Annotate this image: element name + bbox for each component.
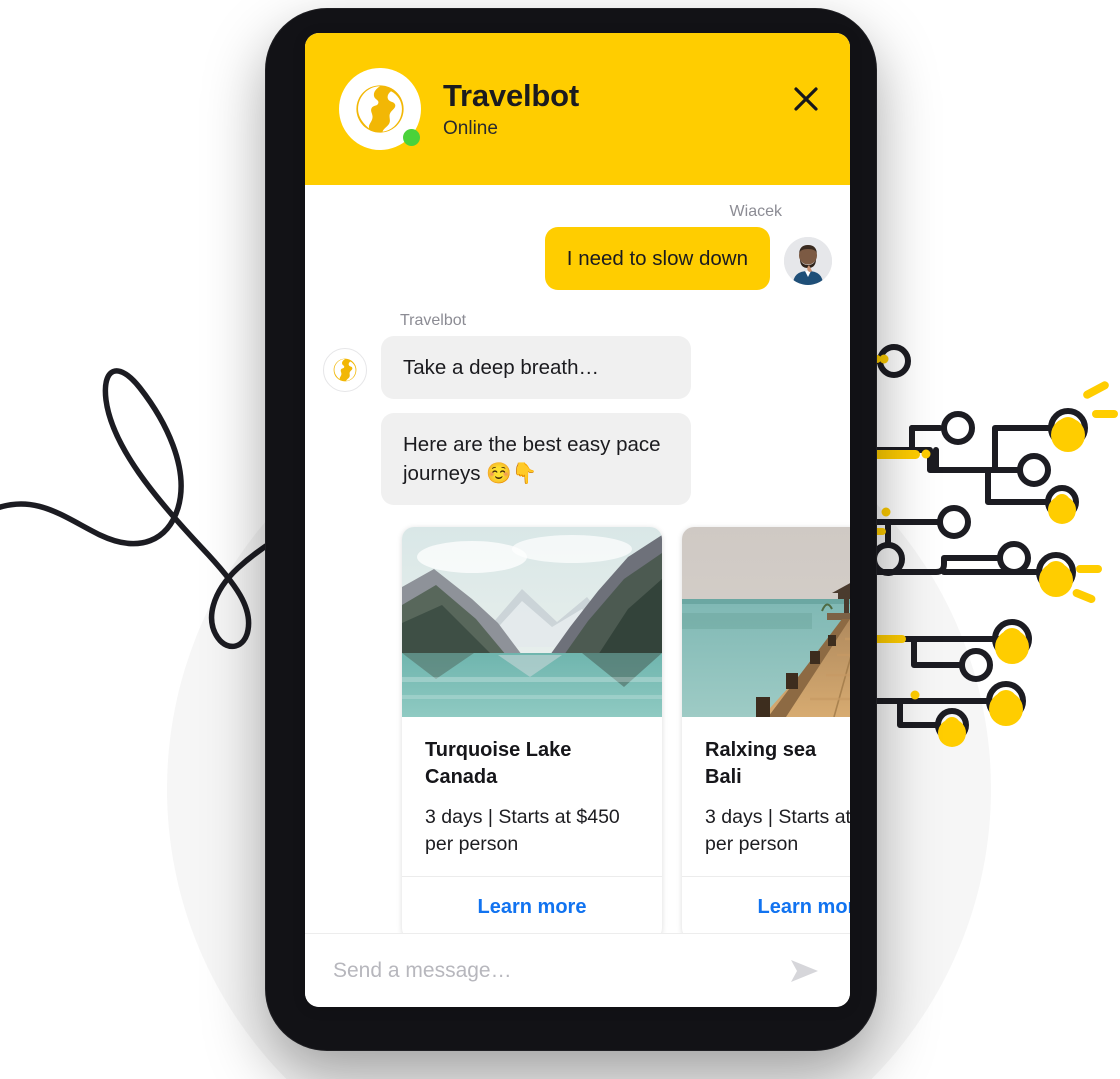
travel-card-body: Turquoise Lake Canada 3 days | Starts at… xyxy=(402,717,662,876)
send-icon xyxy=(791,959,818,982)
chat-widget: Travelbot Online Wiacek I need to slow d… xyxy=(305,33,850,1007)
chat-message-list[interactable]: Wiacek I need to slow down Travelbot Tak… xyxy=(305,185,850,933)
turquoise-lake-photo xyxy=(402,527,662,718)
incoming-bubble-group: Take a deep breath… Here are the best ea… xyxy=(381,336,691,506)
message-composer xyxy=(305,933,850,1007)
close-icon xyxy=(794,87,818,111)
travel-card-carousel[interactable]: Turquoise Lake Canada 3 days | Starts at… xyxy=(305,527,850,933)
send-button[interactable] xyxy=(786,954,824,988)
globe-icon xyxy=(333,358,357,382)
message-bubble-incoming: Here are the best easy pace journeys ☺️👇 xyxy=(381,413,691,506)
learn-more-link[interactable]: Learn more xyxy=(682,876,850,933)
sender-label-user: Wiacek xyxy=(729,203,782,220)
travel-card-body: Ralxing sea Bali 3 days | Starts at $375… xyxy=(682,717,850,876)
learn-more-link[interactable]: Learn more xyxy=(402,876,662,933)
header-text-group: Travelbot Online xyxy=(443,78,579,141)
bot-name: Travelbot xyxy=(443,77,580,113)
message-input[interactable] xyxy=(333,958,786,983)
close-button[interactable] xyxy=(784,77,828,121)
bot-status: Online xyxy=(443,118,498,140)
travel-card[interactable]: Turquoise Lake Canada 3 days | Starts at… xyxy=(402,527,662,933)
bot-mini-avatar xyxy=(323,348,367,393)
travel-card-meta: 3 days | Starts at $375 per person xyxy=(705,806,850,856)
chat-header: Travelbot Online xyxy=(305,33,850,185)
travel-card-title: Ralxing sea Bali xyxy=(705,739,817,788)
travel-card[interactable]: Ralxing sea Bali 3 days | Starts at $375… xyxy=(682,527,850,933)
message-bubble-incoming: Take a deep breath… xyxy=(381,336,691,400)
sender-label-bot: Travelbot xyxy=(400,312,467,330)
online-status-indicator xyxy=(403,129,420,146)
travel-card-title: Turquoise Lake Canada xyxy=(425,739,572,788)
avatar xyxy=(784,237,832,285)
circuit-decoration xyxy=(840,344,1118,747)
travel-card-meta: 3 days | Starts at $450 per person xyxy=(425,806,620,856)
message-bubble-outgoing: I need to slow down xyxy=(544,227,770,291)
relaxing-sea-pier-photo xyxy=(682,527,850,718)
user-photo-avatar xyxy=(784,237,832,285)
message-row-incoming: Take a deep breath… Here are the best ea… xyxy=(305,336,850,506)
bot-avatar xyxy=(339,68,421,150)
globe-icon xyxy=(356,85,404,133)
squiggle-decoration xyxy=(0,368,300,650)
message-row-outgoing: I need to slow down xyxy=(305,227,850,291)
illustration-stage: Travelbot Online Wiacek I need to slow d… xyxy=(0,0,1120,1079)
